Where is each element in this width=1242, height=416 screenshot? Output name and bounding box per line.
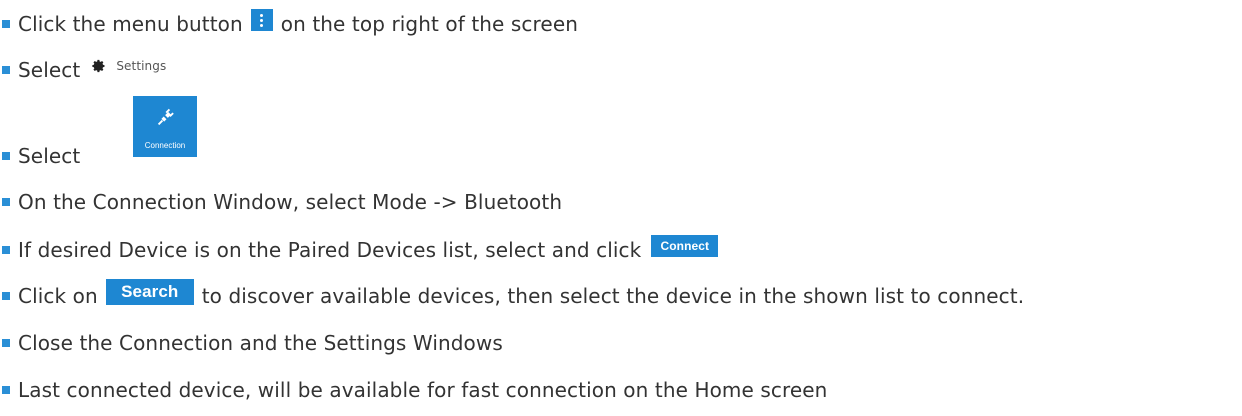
step-text: Select [18,144,81,168]
bullet-marker [2,292,10,300]
list-item-last-device: Last connected device, will be available… [0,370,827,410]
step-text: Click the menu button [18,12,243,36]
step-text: on the top right of the screen [280,12,578,36]
bullet-marker [2,339,10,347]
list-item-select-mode: On the Connection Window, select Mode ->… [0,182,562,222]
instruction-list: Click the menu button on the top right o… [0,0,1242,416]
list-item-close-windows: Close the Connection and the Settings Wi… [0,323,503,363]
bullet-marker [2,198,10,206]
list-item-paired-device: If desired Device is on the Paired Devic… [0,230,719,270]
step-text: Select [18,58,81,82]
gear-icon [92,59,105,73]
step-text: If desired Device is on the Paired Devic… [18,238,642,262]
plug-icon [157,108,174,126]
bullet-marker [2,246,10,254]
list-item-select-connection: Select [0,136,80,176]
step-text: to discover available devices, then sele… [201,284,1025,308]
list-item-open-menu: Click the menu button on the top right o… [0,4,578,44]
vertical-dots-menu-icon [250,9,273,31]
bullet-marker [2,152,10,160]
list-item-select-settings: Select Settings [0,50,166,90]
search-button: Search [105,279,194,305]
bullet-marker [2,66,10,74]
step-text: On the Connection Window, select Mode ->… [18,190,563,214]
connection-tile: Connection [133,96,197,157]
connect-button: Connect [651,235,719,257]
step-text: Click on [18,284,98,308]
step-text: Last connected device, will be available… [18,378,828,402]
connection-tile-label: Connection [144,141,186,150]
settings-label: Settings [116,59,167,73]
settings-menu-item: Settings [92,59,166,73]
list-item-search-devices: Click on Search to discover available de… [0,276,1024,316]
bullet-marker [2,20,10,28]
bullet-marker [2,386,10,394]
step-text: Close the Connection and the Settings Wi… [18,331,503,355]
